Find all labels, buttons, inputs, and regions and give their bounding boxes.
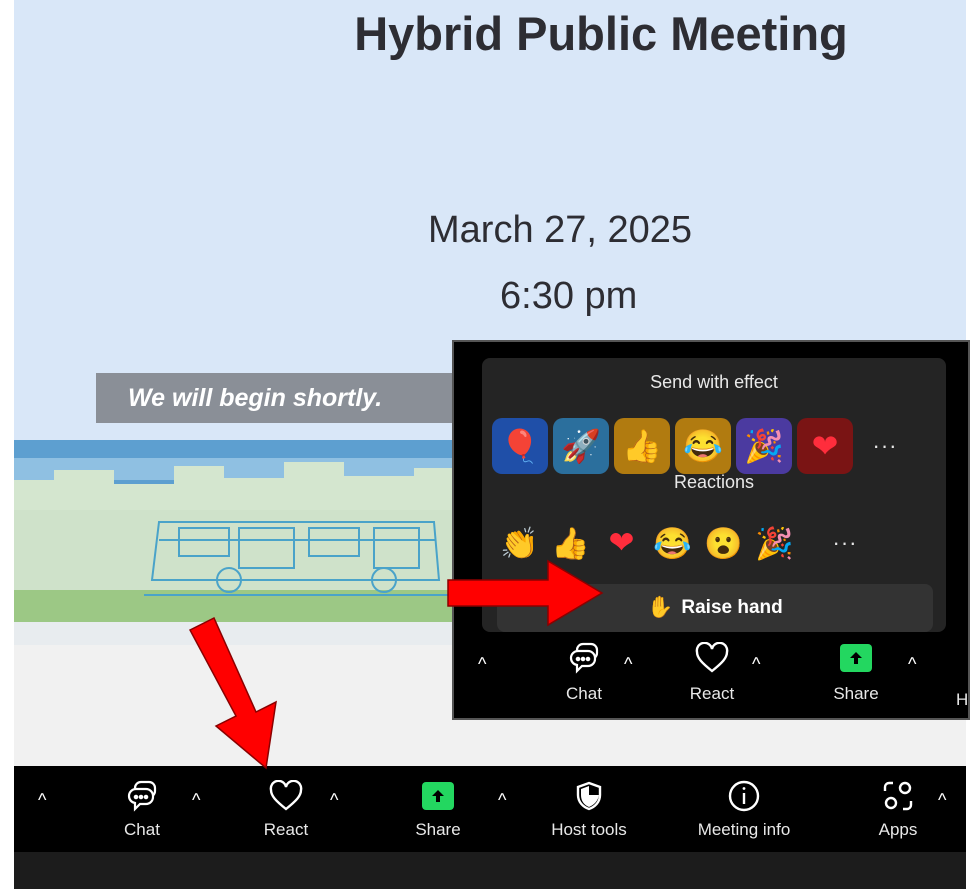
inset-caret-up-icon[interactable]: ^ — [478, 654, 486, 675]
reaction-laughing-button[interactable]: 😂 — [647, 520, 698, 566]
effect-thumbs-up-button[interactable]: 👍 — [614, 418, 670, 474]
raise-hand-annotation-arrow — [447, 559, 604, 627]
inset-share-label: Share — [833, 684, 879, 703]
apps-options-caret[interactable]: ^ — [938, 790, 946, 811]
meeting-info-label: Meeting info — [697, 820, 791, 839]
inset-partial-label: H — [956, 690, 969, 709]
inset-chat-caret[interactable]: ^ — [624, 654, 632, 675]
react-button[interactable]: React — [258, 776, 314, 854]
share-icon — [840, 644, 872, 672]
apps-button[interactable]: Apps — [870, 776, 926, 854]
react-label: React — [263, 820, 309, 839]
screenshot: Hybrid Public Meeting March 27, 2025 6:3… — [0, 0, 973, 889]
apps-label: Apps — [878, 820, 918, 839]
shield-icon — [575, 776, 603, 816]
chat-button[interactable]: Chat — [114, 776, 170, 854]
info-icon — [727, 776, 761, 816]
slide-time: 6:30 pm — [500, 275, 638, 317]
effect-party-button[interactable]: 🎉 — [736, 418, 792, 474]
effect-heart-button[interactable]: ❤ — [797, 418, 853, 474]
more-effects-button[interactable]: ··· — [858, 418, 912, 474]
chat-label: Chat — [124, 820, 160, 839]
chat-icon — [567, 638, 601, 678]
heart-icon — [694, 638, 730, 678]
react-options-caret[interactable]: ^ — [330, 790, 338, 811]
more-reactions-button[interactable]: ··· — [800, 520, 890, 566]
inset-react-label: React — [689, 684, 735, 703]
effect-rocket-button[interactable]: 🚀 — [553, 418, 609, 474]
toolbar-bottom-strip — [14, 852, 966, 889]
inset-chat-label: Chat — [566, 684, 602, 703]
share-icon — [422, 782, 454, 810]
begin-shortly-banner: We will begin shortly. — [96, 373, 476, 423]
chat-options-caret[interactable]: ^ — [192, 790, 200, 811]
effect-laughing-button[interactable]: 😂 — [675, 418, 731, 474]
inset-toolbar: ^ Chat ^ React ^ Share ^ H — [454, 632, 968, 718]
heart-icon — [268, 776, 304, 816]
slide-date: March 27, 2025 — [428, 209, 693, 251]
meeting-info-button[interactable]: Meeting info — [684, 776, 804, 854]
share-button[interactable]: Share — [410, 776, 466, 854]
inset-chat-button[interactable]: Chat — [556, 638, 612, 704]
chat-icon — [125, 776, 159, 816]
send-with-effect-heading: Send with effect — [650, 372, 778, 392]
inset-share-caret[interactable]: ^ — [908, 654, 916, 675]
share-label: Share — [415, 820, 461, 839]
inset-react-button[interactable]: React — [684, 638, 740, 704]
raise-hand-label: Raise hand — [681, 597, 783, 618]
apps-icon — [881, 776, 915, 816]
effects-row: 🎈 🚀 👍 😂 🎉 ❤ ··· — [492, 418, 912, 474]
slide-title: Hybrid Public Meeting — [354, 7, 848, 60]
inset-react-caret[interactable]: ^ — [752, 654, 760, 675]
share-options-caret[interactable]: ^ — [498, 790, 506, 811]
raise-hand-icon: ✋ — [647, 596, 674, 619]
zoomed-reactions-inset: Send with effect 🎈 🚀 👍 😂 🎉 ❤ ··· Reactio… — [452, 340, 970, 720]
effect-balloon-button[interactable]: 🎈 — [492, 418, 548, 474]
inset-share-button[interactable]: Share — [828, 638, 884, 704]
host-tools-button[interactable]: Host tools — [544, 776, 634, 854]
host-tools-label: Host tools — [551, 820, 627, 839]
caret-up-icon[interactable]: ^ — [38, 790, 46, 811]
reaction-surprised-button[interactable]: 😮 — [698, 520, 749, 566]
react-annotation-arrow — [188, 616, 277, 770]
reactions-heading: Reactions — [673, 472, 755, 492]
reaction-party-button[interactable]: 🎉 — [749, 520, 800, 566]
meeting-toolbar: ^ Chat ^ React ^ Share ^ Host tools Meet… — [14, 766, 966, 889]
